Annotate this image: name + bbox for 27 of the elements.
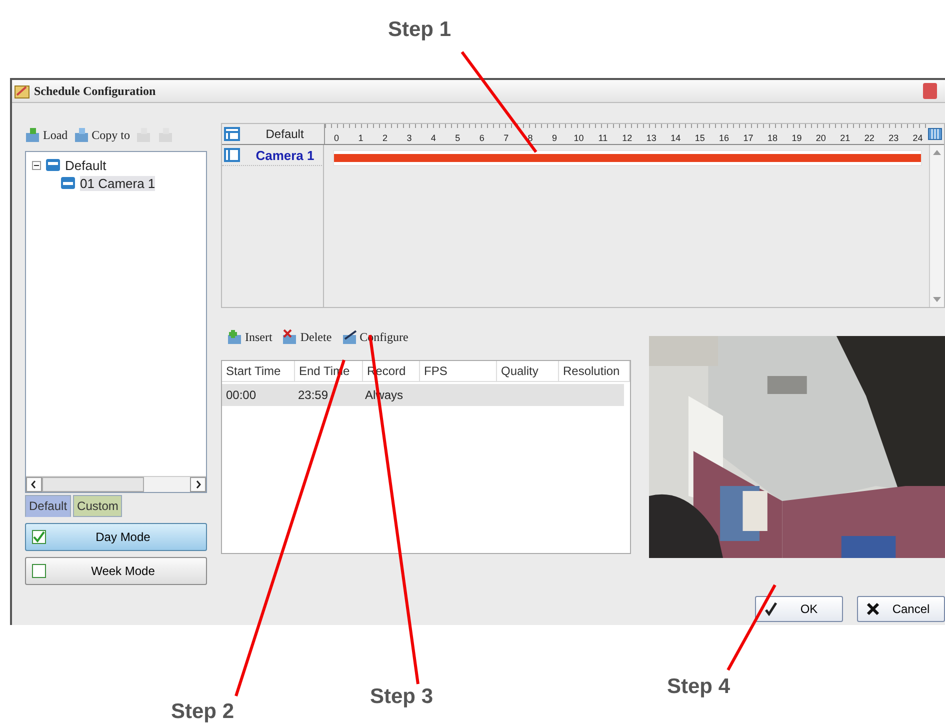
cancel-button[interactable]: Cancel [857,596,945,622]
toolbar-button[interactable]: Load [25,127,68,143]
step-label: Step 4 [667,675,730,699]
step-label: Step 1 [388,18,452,42]
step-label: Step 2 [171,700,234,724]
column-header[interactable]: FPS [420,361,497,381]
camera-row-label[interactable]: Camera 1 [222,145,324,166]
table-cell-text: 00:00 [225,388,258,402]
tab[interactable]: Default [25,495,72,517]
column-header[interactable]: Quality [497,361,559,381]
table-cell-text: 23:59 [297,388,330,402]
toolbar-button[interactable]: Delete [282,328,332,346]
ok-button[interactable]: OK [755,596,843,622]
column-header[interactable]: Resolution [559,361,630,381]
column-header[interactable]: Start Time [222,361,295,381]
tree-item[interactable]: 01 Camera 1 [80,176,156,190]
time-ruler: 0 1 2 3 4 5 6 7 8 9 10 11 12 13 14 15 16 17 18 19 20 21 22 23 24 [324,124,928,144]
step-label: Step 3 [370,685,434,709]
toolbar-button[interactable]: Copy to [74,127,130,143]
mode-button[interactable]: Week Mode [25,557,207,585]
toolbar-button[interactable]: Insert [227,328,272,346]
tree-item[interactable]: Default [65,158,106,172]
toolbar-button[interactable]: Configure [342,328,408,346]
mode-button[interactable]: Day Mode [25,523,207,551]
group-header: Default [222,124,325,144]
tab[interactable]: Custom [73,495,122,517]
window-title: Schedule Configuration [34,84,156,98]
